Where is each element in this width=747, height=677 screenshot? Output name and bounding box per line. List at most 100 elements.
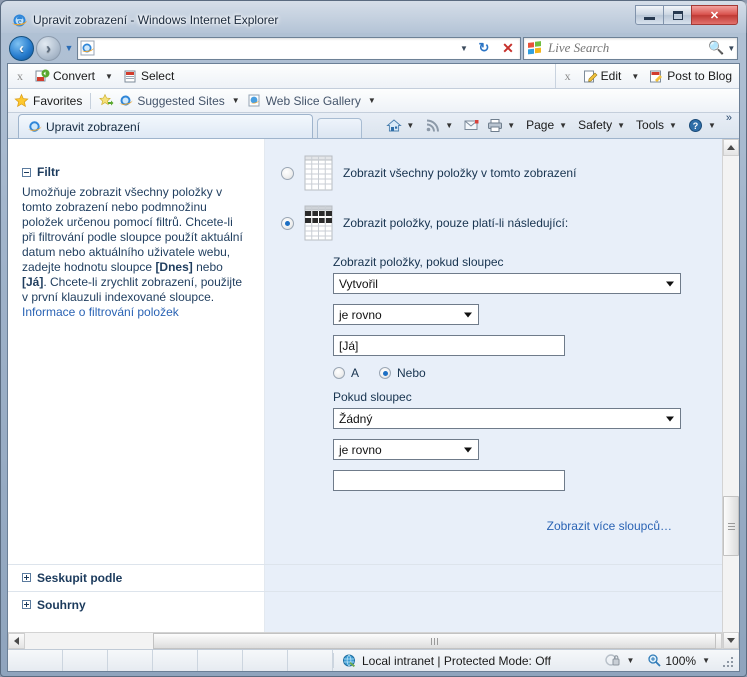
new-tab-button[interactable] (317, 118, 362, 138)
expand-plus-icon-group-by[interactable] (22, 573, 31, 582)
totals-header[interactable]: Souhrny (8, 592, 264, 618)
token-today: [Dnes] (155, 260, 193, 274)
feeds-button[interactable]: ▼ (421, 118, 460, 133)
stop-button[interactable]: ✕ (496, 37, 520, 60)
filter-help-link[interactable]: Informace o filtrování položek (22, 305, 179, 319)
help-icon: ? (688, 118, 703, 133)
select-icon (123, 69, 138, 84)
scroll-up-button[interactable] (723, 139, 739, 156)
suggested-sites-button[interactable]: Suggested Sites ▼ (99, 93, 242, 108)
search-box[interactable]: 🔍 ▼ (523, 36, 738, 60)
back-button[interactable]: ‹ (9, 35, 34, 61)
close-addon-right-icon[interactable]: x (560, 69, 576, 84)
forward-button[interactable]: › (36, 35, 61, 61)
address-chevron-down-icon[interactable]: ▼ (456, 44, 472, 53)
close-button[interactable]: ✕ (691, 5, 738, 25)
group-by-header[interactable]: Seskupit podle (8, 565, 264, 591)
scroll-left-button[interactable] (8, 633, 25, 649)
column1-select[interactable]: Vytvořil (333, 273, 681, 294)
privacy-chevron-down-icon[interactable]: ▼ (623, 656, 637, 665)
scroll-down-button[interactable] (723, 632, 739, 649)
status-bar-right: ▼ 100% ▼ (601, 653, 739, 668)
address-bar[interactable]: ▼ ↻ ✕ (77, 36, 521, 60)
print-button[interactable]: ▼ (483, 118, 522, 133)
address-input[interactable] (99, 38, 456, 58)
maximize-button[interactable] (663, 5, 692, 25)
web-slice-chevron-down-icon[interactable]: ▼ (365, 96, 379, 105)
minimize-button[interactable] (635, 5, 664, 25)
command-bar: ▼ ▼ ▼ Page ▼ Safety ▼ Tools ▼ ? ▼ » (382, 112, 739, 138)
operator1-select[interactable]: je rovno (333, 304, 479, 325)
show-filtered-option-label: Zobrazit položky, pouze platí-li následu… (343, 216, 569, 230)
suggested-sites-chevron-down-icon[interactable]: ▼ (229, 96, 243, 105)
print-chevron-down-icon[interactable]: ▼ (504, 121, 518, 130)
vertical-scroll-track[interactable] (723, 156, 739, 632)
post-to-blog-button[interactable]: Post to Blog (646, 68, 735, 85)
horizontal-scrollbar[interactable] (8, 632, 722, 649)
zoom-control[interactable]: 100% ▼ (643, 653, 717, 668)
select-button[interactable]: Select (120, 68, 177, 85)
svg-text:e: e (18, 17, 22, 26)
zoom-chevron-down-icon[interactable]: ▼ (699, 656, 713, 665)
edit-button[interactable]: Edit (580, 68, 625, 85)
search-icon[interactable]: 🔍 (707, 40, 726, 56)
convert-icon (35, 69, 50, 84)
home-button[interactable]: ▼ (382, 118, 421, 133)
title-bar: e Upravit zobrazení - Windows Internet E… (7, 5, 740, 33)
tab-upravit-zobrazeni[interactable]: Upravit zobrazení (18, 114, 313, 138)
collapse-minus-icon[interactable] (22, 167, 31, 177)
edit-chevron-down-icon[interactable]: ▼ (628, 72, 642, 81)
tools-chevron-down-icon[interactable]: ▼ (666, 121, 680, 130)
radio-and[interactable] (333, 367, 345, 379)
web-slice-gallery-button[interactable]: Web Slice Gallery ▼ (247, 93, 379, 108)
vertical-scroll-thumb[interactable] (723, 496, 739, 556)
home-chevron-down-icon[interactable]: ▼ (403, 121, 417, 130)
column2-chevron-down-icon (666, 416, 674, 421)
radio-or[interactable] (379, 367, 392, 379)
security-zone-indicator[interactable]: Local intranet | Protected Mode: Off (333, 653, 559, 668)
operator2-select[interactable]: je rovno (333, 439, 479, 460)
radio-show-filtered[interactable] (281, 216, 294, 230)
page-menu[interactable]: Page ▼ (522, 118, 574, 132)
search-chevron-down-icon[interactable]: ▼ (726, 44, 737, 53)
help-chevron-down-icon[interactable]: ▼ (705, 121, 719, 130)
browser-client-area: x Convert ▼ Select x Edit ▼ Post to Blog… (7, 63, 740, 672)
show-filtered-option-row[interactable]: Zobrazit položky, pouze platí-li následu… (281, 205, 698, 241)
window-controls: ✕ (635, 5, 738, 25)
refresh-button[interactable]: ↻ (472, 37, 496, 60)
privacy-report-button[interactable]: ▼ (601, 653, 641, 668)
home-icon (386, 118, 403, 133)
mail-button[interactable] (460, 118, 483, 133)
convert-chevron-down-icon[interactable]: ▼ (102, 72, 116, 81)
help-menu[interactable]: ? ▼ (684, 118, 723, 133)
vertical-scrollbar[interactable] (722, 139, 739, 649)
addon-group-right: x Edit ▼ Post to Blog (554, 64, 739, 88)
recent-pages-chevron-down-icon[interactable]: ▼ (63, 43, 75, 53)
page-chevron-down-icon[interactable]: ▼ (556, 121, 570, 130)
safety-chevron-down-icon[interactable]: ▼ (614, 121, 628, 130)
safety-menu[interactable]: Safety ▼ (574, 118, 632, 132)
favorites-button[interactable]: Favorites (14, 93, 82, 108)
show-more-columns-link[interactable]: Zobrazit více sloupců… (547, 519, 672, 533)
radio-show-all[interactable] (281, 166, 294, 180)
show-all-option-row[interactable]: Zobrazit všechny položky v tomto zobraze… (281, 155, 698, 191)
value2-input[interactable] (333, 470, 565, 491)
command-bar-overflow-icon[interactable]: » (723, 112, 735, 124)
group-by-section: Seskupit podle (8, 563, 722, 591)
horizontal-scroll-track[interactable] (25, 633, 716, 649)
filter-section-header[interactable]: Filtr (8, 159, 264, 185)
tools-menu[interactable]: Tools ▼ (632, 118, 684, 132)
value1-input[interactable] (333, 335, 565, 356)
suggested-sites-label: Suggested Sites (137, 93, 225, 108)
table-filtered-rows-icon (304, 205, 333, 241)
close-addon-left-icon[interactable]: x (12, 69, 28, 84)
resize-grip-icon[interactable] (721, 655, 733, 667)
horizontal-scroll-thumb[interactable] (153, 633, 716, 649)
search-input[interactable] (546, 38, 707, 58)
feeds-chevron-down-icon[interactable]: ▼ (442, 121, 456, 130)
column2-select[interactable]: Žádný (333, 408, 681, 429)
convert-button[interactable]: Convert (32, 68, 98, 85)
expand-plus-icon-totals[interactable] (22, 600, 31, 609)
windows-logo-icon (527, 40, 542, 56)
favorites-bar: Favorites Suggested Sites ▼ Web Slice Ga… (8, 89, 739, 113)
